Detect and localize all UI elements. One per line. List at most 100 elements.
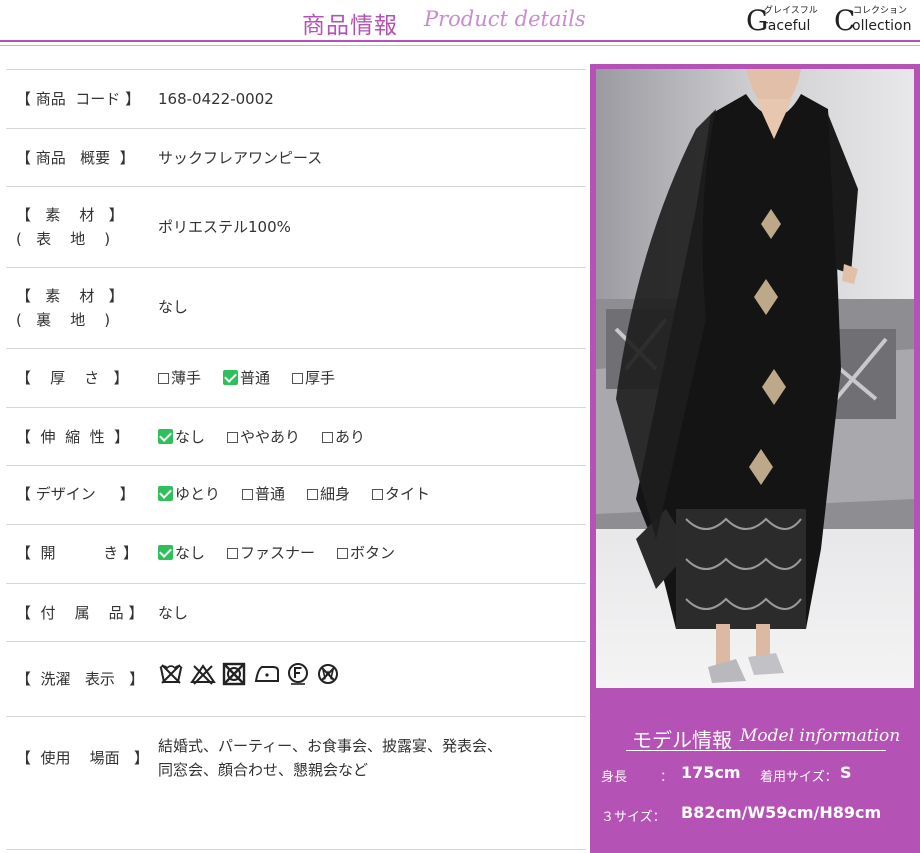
option-label: ゆとり (175, 485, 221, 503)
option-label: あり (335, 428, 366, 446)
option-label: 薄手 (171, 369, 202, 387)
section-title: 商品情報 (302, 13, 398, 39)
iron-low-icon (254, 665, 279, 682)
spec-options: 薄手 普通 厚手 (158, 366, 335, 390)
brand-logo: グレイスフル コレクション G raceful C ollection (744, 4, 920, 36)
spec-label: 【 付 属 品 】 (16, 604, 144, 622)
spec-row-design: 【 デザイン 】 ゆとり 普通 細身 タイト (6, 465, 586, 524)
no-washing-icon (159, 663, 183, 684)
option-tight: タイト (372, 482, 430, 506)
checkbox-unchecked-icon (158, 373, 169, 384)
no-tumble-dry-icon (222, 662, 246, 685)
section-title-en: Product details (424, 7, 586, 31)
model-panel: モデル情報 Model information 身長 ： 175cm 着用サイズ… (590, 64, 920, 853)
three-size-label: ３サイズ： (601, 810, 666, 825)
three-size-value: B82cm/W59cm/H89cm (681, 803, 882, 822)
checkbox-checked-icon (223, 370, 239, 385)
checkbox-unchecked-icon (372, 489, 384, 500)
option-button: ボタン (337, 541, 395, 565)
checkbox-checked-icon (158, 486, 173, 501)
checkbox-unchecked-icon (227, 432, 239, 443)
height-label: 身長 (601, 770, 628, 785)
spec-label: 【 商品 概要 】 (16, 149, 135, 167)
option-label: ボタン (350, 544, 396, 562)
spec-label: 【 厚 さ 】 (16, 369, 129, 387)
option-none: なし (158, 541, 205, 565)
model-info-title: モデル情報 (632, 728, 732, 752)
spec-value: サックフレアワンピース (158, 149, 323, 167)
brand-kana-graceful: グレイスフル (764, 6, 818, 16)
option-label: タイト (385, 485, 431, 503)
checkbox-checked-icon (158, 545, 173, 560)
spec-row-material-lining: 【 素 材 】 ( 裏 地 ) なし (6, 267, 586, 348)
spec-row-usage: 【 使用 場面 】 結婚式、パーティー、お食事会、披露宴、発表会、 同窓会、顔合… (6, 716, 586, 850)
model-photo (596, 69, 914, 688)
option-label: なし (175, 428, 206, 446)
spec-label: 【 伸 縮 性 】 (16, 428, 130, 446)
height-value: 175cm (681, 763, 741, 782)
care-symbols (158, 661, 340, 686)
brand-word-collection: ollection (852, 18, 912, 34)
spec-options: なし ややあり あり (158, 425, 365, 449)
checkbox-unchecked-icon (322, 432, 334, 443)
option-label: 普通 (255, 485, 286, 503)
spec-row-accessories: 【 付 属 品 】 なし (6, 583, 586, 641)
spec-options: なし ファスナー ボタン (158, 541, 395, 565)
option-slim: 細身 (307, 482, 350, 506)
header-divider (0, 40, 920, 42)
option-yes: あり (322, 425, 365, 449)
spec-value-line2: 同窓会、顔合わせ、懇親会など (158, 761, 369, 779)
checkbox-unchecked-icon (307, 489, 319, 500)
option-normal: 普通 (223, 366, 270, 390)
spec-value: なし (158, 604, 189, 622)
spec-label: 【 素 材 】 ( 裏 地 ) (16, 287, 124, 329)
spec-row-summary: 【 商品 概要 】 サックフレアワンピース (6, 128, 586, 186)
spec-row-washing: 【 洗濯 表示 】 (6, 641, 586, 716)
option-thin: 薄手 (158, 366, 201, 390)
spec-label: 【 デザイン 】 (16, 485, 135, 503)
option-label: 細身 (320, 485, 351, 503)
option-none: なし (158, 425, 205, 449)
checkbox-unchecked-icon (242, 489, 254, 500)
checkbox-checked-icon (158, 429, 173, 444)
spec-row-stretch: 【 伸 縮 性 】 なし ややあり あり (6, 407, 586, 465)
spec-value: なし (158, 298, 189, 316)
size-label: 着用サイズ： (760, 770, 838, 785)
header-divider-thin (0, 45, 920, 46)
spec-label: 【 商品 コード 】 (16, 90, 141, 108)
spec-label: 【 使用 場面 】 (16, 749, 149, 767)
spec-label: 【 素 材 】 ( 表 地 ) (16, 206, 124, 248)
model-info-title-en: Model information (740, 726, 901, 746)
spec-row-opening: 【 開 き 】 なし ファスナー ボタン (6, 524, 586, 583)
spec-row-thickness: 【 厚 さ 】 薄手 普通 厚手 (6, 348, 586, 407)
option-label: 厚手 (305, 369, 336, 387)
spec-options: ゆとり 普通 細身 タイト (158, 482, 430, 506)
option-label: ファスナー (240, 544, 316, 562)
product-spec-table: 【 商品 コード 】 168-0422-0002 【 商品 概要 】 サックフレ… (6, 69, 586, 850)
model-info-divider (626, 750, 886, 751)
brand-word-graceful: raceful (762, 18, 811, 34)
no-wet-clean-icon (318, 663, 338, 684)
option-label: ややあり (240, 428, 301, 446)
option-loose: ゆとり (158, 482, 220, 506)
spec-value: 168-0422-0002 (158, 90, 274, 108)
brand-kana-collection: コレクション (853, 6, 908, 16)
option-label: 普通 (240, 369, 271, 387)
spec-label: 【 開 き 】 (16, 544, 138, 562)
option-slight: ややあり (227, 425, 300, 449)
height-colon: ： (660, 770, 674, 785)
dry-clean-f-icon (288, 662, 308, 685)
size-value: S (840, 763, 852, 782)
spec-label: 【 洗濯 表示 】 (16, 670, 145, 688)
spec-value: ポリエステル100% (158, 218, 291, 236)
option-regular: 普通 (242, 482, 285, 506)
spec-row-code: 【 商品 コード 】 168-0422-0002 (6, 69, 586, 128)
option-label: なし (175, 544, 206, 562)
page-header: 商品情報 Product details グレイスフル コレクション G rac… (0, 0, 920, 48)
checkbox-unchecked-icon (292, 373, 304, 384)
option-thick: 厚手 (292, 366, 335, 390)
checkbox-unchecked-icon (337, 548, 349, 559)
no-bleach-icon (190, 663, 216, 685)
checkbox-unchecked-icon (227, 548, 239, 559)
spec-value-line1: 結婚式、パーティー、お食事会、披露宴、発表会、 (158, 737, 502, 755)
